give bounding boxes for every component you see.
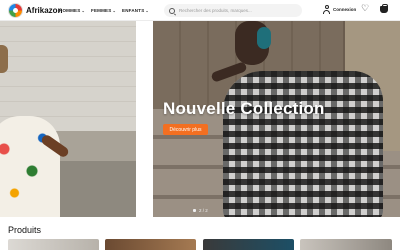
brand-name[interactable]: Afrikazon [26,6,62,15]
products-heading: Produits [8,225,42,235]
nav-item-hommes[interactable]: HOMMES ⌄ [59,8,85,13]
chevron-down-icon: ⌄ [145,8,149,13]
product-card-image[interactable] [300,239,392,250]
hero-title: Nouvelle Collection [163,99,325,118]
hero-image-left[interactable] [0,21,136,217]
hero-image-right[interactable] [153,21,400,217]
site-header: Afrikazon HOMMES ⌄ FEMMES ⌄ ENFANTS ⌄ Co… [0,0,400,21]
heart-icon[interactable]: ♡ [361,4,369,13]
cart-icon[interactable] [380,4,388,13]
search-bar[interactable] [164,4,302,17]
pager-pause-icon[interactable] [193,209,196,212]
carousel-pager[interactable]: 2 / 2 [193,208,208,213]
product-card-image[interactable] [203,239,294,250]
nav-item-enfants[interactable]: ENFANTS ⌄ [122,8,149,13]
chevron-down-icon: ⌄ [112,8,117,13]
login-button[interactable]: Connexion [323,5,356,14]
search-input[interactable] [179,8,299,13]
user-icon [323,5,330,14]
product-card-image[interactable] [105,239,196,250]
chevron-down-icon: ⌄ [81,8,86,13]
search-icon[interactable] [169,7,175,14]
discover-more-button[interactable]: Découvrir plus [163,124,208,135]
pager-label: 2 / 2 [199,208,208,213]
login-label: Connexion [333,7,357,12]
brand-logo-icon[interactable] [8,3,23,18]
nav-item-femmes[interactable]: FEMMES ⌄ [91,8,116,13]
product-card-image[interactable] [8,239,99,250]
